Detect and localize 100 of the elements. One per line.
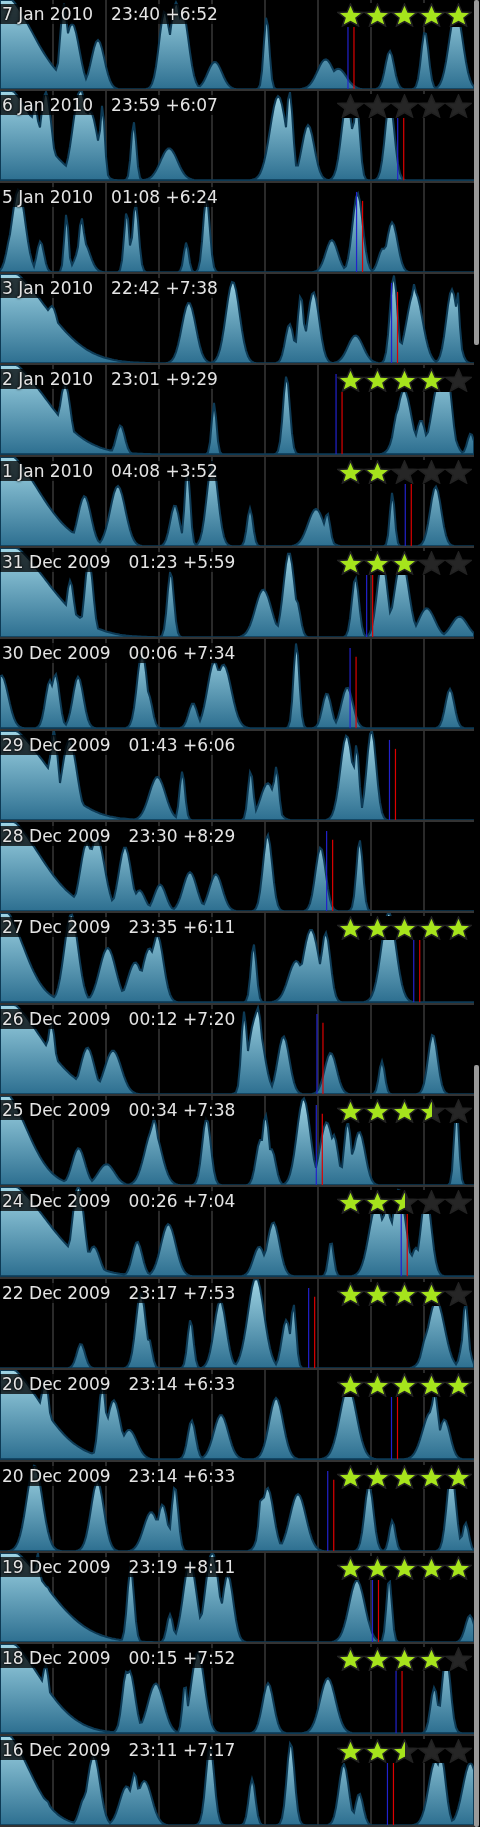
bedtime: 01:43 [128, 734, 178, 755]
star-icon [445, 94, 472, 119]
night-date: 29 Dec 2009 [2, 734, 111, 755]
star-icon [418, 1281, 445, 1306]
star-icon [418, 1647, 445, 1672]
star-icon [445, 459, 472, 484]
star-icon [337, 1555, 364, 1580]
star-icon [445, 368, 472, 393]
sleep-duration: +5:59 [183, 552, 236, 573]
night-date: 31 Dec 2009 [2, 552, 111, 573]
star-icon [364, 1647, 391, 1672]
star-icon [364, 1281, 391, 1306]
sleep-duration: +6:33 [183, 1374, 236, 1395]
sleep-duration: +7:17 [183, 1739, 236, 1760]
sleep-duration: +6:07 [165, 95, 218, 116]
bedtime: 23:19 [128, 1556, 178, 1577]
star-icon [364, 1190, 391, 1215]
sleep-duration: +6:52 [165, 4, 218, 24]
scrollbar[interactable] [474, 1065, 479, 1827]
bedtime: 23:17 [128, 1282, 178, 1303]
star-icon [337, 1281, 364, 1306]
bedtime: 00:12 [128, 1008, 178, 1029]
star-icon [445, 1190, 472, 1215]
night-date: 28 Dec 2009 [2, 826, 111, 847]
star-icon [418, 1738, 445, 1763]
star-icon [391, 1738, 418, 1763]
star-rating[interactable] [337, 1738, 472, 1763]
bedtime: 23:40 [111, 4, 161, 24]
sleep-duration: +8:11 [183, 1556, 236, 1577]
star-icon [364, 1464, 391, 1489]
bedtime: 23:14 [128, 1465, 178, 1486]
star-rating[interactable] [337, 1190, 472, 1215]
star-icon [337, 3, 364, 27]
night-date: 25 Dec 2009 [2, 1100, 111, 1121]
sleep-duration: +7:53 [183, 1282, 236, 1303]
star-icon [391, 1190, 418, 1215]
sleep-duration: +7:38 [165, 278, 218, 299]
sleep-duration: +7:52 [183, 1648, 236, 1669]
star-icon [337, 368, 364, 393]
star-rating[interactable] [337, 1647, 472, 1672]
bedtime: 23:30 [128, 826, 178, 847]
star-icon [337, 1647, 364, 1672]
sleep-duration: +7:04 [183, 1191, 236, 1212]
star-icon [418, 3, 445, 27]
star-icon [391, 368, 418, 393]
star-rating[interactable] [337, 1464, 472, 1489]
star-icon [364, 1555, 391, 1580]
bedtime: 22:42 [111, 278, 161, 299]
star-rating[interactable] [337, 1099, 472, 1124]
night-date: 24 Dec 2009 [2, 1191, 111, 1212]
bedtime: 23:14 [128, 1374, 178, 1395]
star-icon [337, 916, 364, 941]
star-rating[interactable] [337, 1373, 472, 1398]
star-icon [337, 1190, 364, 1215]
star-icon [445, 1738, 472, 1763]
star-icon [364, 551, 391, 576]
star-icon [418, 1555, 445, 1580]
scrollbar[interactable] [474, 0, 479, 345]
bedtime: 23:11 [128, 1739, 178, 1760]
star-icon [364, 94, 391, 119]
star-icon [391, 1647, 418, 1672]
bedtime: 01:08 [111, 186, 161, 207]
star-rating[interactable] [337, 1555, 472, 1580]
star-icon [391, 94, 418, 119]
star-icon [418, 1190, 445, 1215]
sleep-duration: +6:33 [183, 1465, 236, 1486]
star-icon [391, 459, 418, 484]
star-icon [418, 459, 445, 484]
star-icon [445, 916, 472, 941]
star-icon [337, 1373, 364, 1398]
star-icon [418, 1464, 445, 1489]
star-rating[interactable] [337, 94, 472, 119]
sleep-duration: +7:38 [183, 1100, 236, 1121]
star-icon [445, 1647, 472, 1672]
star-icon [337, 94, 364, 119]
bedtime: 00:06 [128, 643, 178, 664]
night-date: 30 Dec 2009 [2, 643, 111, 664]
night-date: 22 Dec 2009 [2, 1282, 111, 1303]
star-icon [418, 916, 445, 941]
star-icon [445, 3, 472, 27]
star-icon [418, 368, 445, 393]
star-icon [337, 1738, 364, 1763]
star-rating[interactable] [337, 368, 472, 393]
bedtime: 23:59 [111, 95, 161, 116]
night-date: 20 Dec 2009 [2, 1465, 111, 1486]
bedtime: 04:08 [111, 460, 161, 481]
night-date: 16 Dec 2009 [2, 1739, 111, 1760]
sleep-duration: +6:06 [183, 734, 236, 755]
star-icon [337, 551, 364, 576]
star-icon [391, 916, 418, 941]
night-date: 20 Dec 2009 [2, 1374, 111, 1395]
bedtime: 00:15 [128, 1648, 178, 1669]
star-icon [364, 1373, 391, 1398]
star-rating[interactable] [337, 1281, 472, 1306]
star-icon [445, 1099, 472, 1124]
star-icon [337, 1464, 364, 1489]
star-icon [418, 551, 445, 576]
star-icon [391, 3, 418, 27]
night-date: 2 Jan 2010 [2, 369, 94, 390]
bedtime: 23:01 [111, 369, 161, 390]
